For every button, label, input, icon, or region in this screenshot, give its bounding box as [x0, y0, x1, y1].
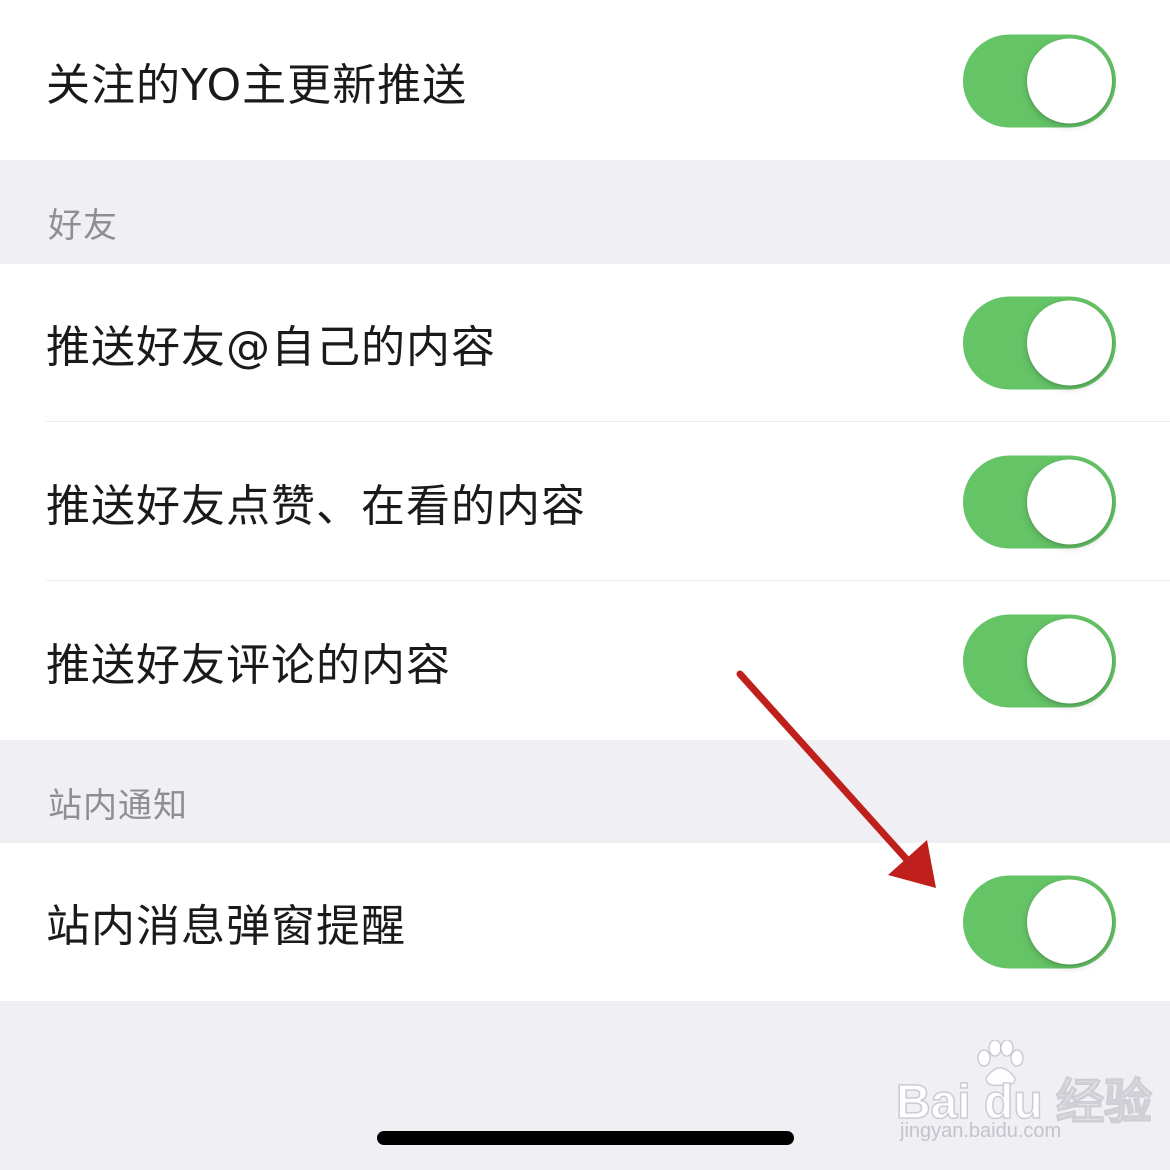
- toggle-knob: [1027, 618, 1112, 704]
- watermark-url: jingyan.baidu.com: [900, 1120, 1062, 1142]
- row-divider: [46, 421, 1170, 422]
- toggle-followed-yo-updates[interactable]: [963, 34, 1116, 128]
- friends-settings-group: 推送好友@自己的内容 推送好友点赞、在看的内容 推送好友评论的内容: [0, 264, 1170, 740]
- toggle-knob: [1027, 300, 1112, 386]
- row-friend-mentions[interactable]: 推送好友@自己的内容: [0, 264, 1170, 422]
- row-followed-yo-updates[interactable]: 关注的YO主更新推送: [0, 2, 1170, 160]
- watermark-brand: Bai du 经验: [895, 1075, 1153, 1130]
- top-settings-group: 关注的YO主更新推送: [0, 0, 1170, 160]
- toggle-knob: [1027, 459, 1112, 545]
- row-in-app-popup[interactable]: 站内消息弹窗提醒: [0, 843, 1170, 1001]
- section-header-site-notifications: 站内通知: [48, 786, 188, 826]
- toggle-knob: [1027, 38, 1112, 124]
- baidu-watermark: Bai du 经验 jingyan.baidu.com: [895, 1040, 1153, 1150]
- toggle-friend-likes[interactable]: [963, 455, 1116, 549]
- toggle-in-app-popup[interactable]: [963, 875, 1116, 969]
- site-notifications-group: 站内消息弹窗提醒: [0, 843, 1170, 1001]
- row-label-in-app-popup: 站内消息弹窗提醒: [46, 901, 406, 952]
- toggle-friend-mentions[interactable]: [963, 296, 1116, 390]
- row-friend-comments[interactable]: 推送好友评论的内容: [0, 582, 1170, 740]
- paw-print-icon: [977, 1040, 1024, 1087]
- home-indicator[interactable]: [377, 1131, 794, 1145]
- row-label-friend-mentions: 推送好友@自己的内容: [46, 322, 496, 373]
- toggle-knob: [1027, 879, 1112, 965]
- row-label-followed-yo-updates: 关注的YO主更新推送: [46, 60, 468, 111]
- toggle-friend-comments[interactable]: [963, 614, 1116, 708]
- row-divider: [46, 580, 1170, 581]
- section-header-friends: 好友: [48, 206, 118, 246]
- row-friend-likes[interactable]: 推送好友点赞、在看的内容: [0, 423, 1170, 581]
- row-label-friend-comments: 推送好友评论的内容: [46, 640, 451, 691]
- notification-settings-screen: 关注的YO主更新推送 好友 推送好友@自己的内容 推送好友点赞、在看的内容 推送…: [0, 0, 1170, 1170]
- row-label-friend-likes: 推送好友点赞、在看的内容: [46, 481, 586, 532]
